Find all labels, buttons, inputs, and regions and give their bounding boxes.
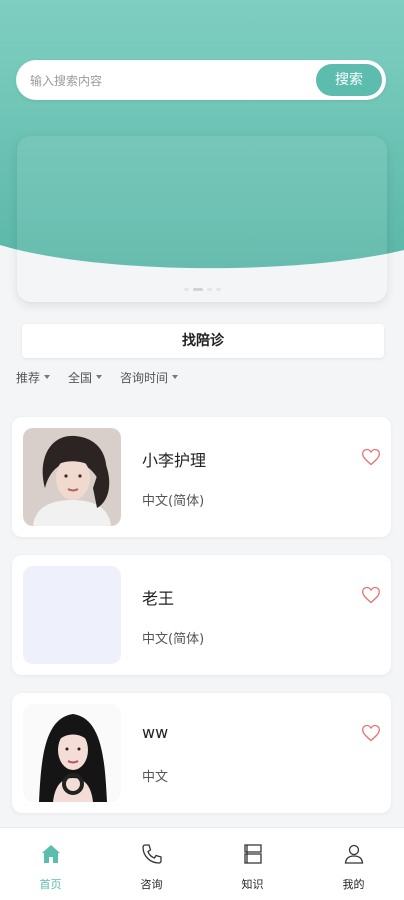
- filter-consult-time[interactable]: 咨询时间: [120, 368, 179, 386]
- tab-label: 知识: [241, 878, 264, 891]
- filter-label: 咨询时间: [120, 370, 169, 385]
- search-bar: 搜索: [16, 60, 386, 102]
- card-name: ww: [142, 723, 169, 742]
- filter-label: 全国: [68, 370, 93, 385]
- caret-down-icon: [44, 375, 51, 379]
- companion-card[interactable]: 小李护理 中文(简体): [12, 417, 391, 537]
- avatar: [23, 704, 121, 802]
- banner-carousel[interactable]: [17, 136, 387, 302]
- tab-label: 首页: [39, 878, 62, 891]
- banner-dot[interactable]: [206, 288, 212, 291]
- user-icon: [344, 844, 363, 864]
- companion-card[interactable]: ww 中文: [12, 693, 391, 813]
- card-name: 小李护理: [142, 451, 207, 470]
- banner-dot-active[interactable]: [192, 288, 203, 291]
- card-name: 老王: [142, 589, 175, 608]
- card-language: 中文(简体): [142, 632, 205, 647]
- companion-card[interactable]: 老王 中文(简体): [12, 555, 391, 675]
- caret-down-icon: [96, 375, 103, 379]
- avatar: [23, 428, 121, 526]
- tab-home[interactable]: 首页: [0, 828, 101, 900]
- filter-label: 推荐: [16, 370, 41, 385]
- banner-dot[interactable]: [183, 288, 189, 291]
- heart-outline-icon[interactable]: [361, 723, 381, 743]
- tab-mine[interactable]: 我的: [303, 828, 404, 900]
- search-input[interactable]: [28, 60, 312, 102]
- tab-knowledge[interactable]: 知识: [202, 828, 303, 900]
- card-language: 中文(简体): [142, 494, 205, 509]
- avatar-placeholder: [23, 566, 121, 664]
- bottom-tab-bar: 首页 咨询 知识 我的: [0, 827, 404, 900]
- filter-bar: 推荐 全国 咨询时间: [16, 368, 179, 386]
- book-icon: [243, 844, 262, 864]
- banner-pagination: [17, 288, 387, 294]
- home-icon: [41, 845, 60, 863]
- banner-dot[interactable]: [215, 288, 221, 291]
- find-companion-button[interactable]: 找陪诊: [22, 324, 384, 358]
- phone-icon: [141, 844, 162, 864]
- search-button[interactable]: 搜索: [316, 64, 382, 96]
- filter-recommend[interactable]: 推荐: [16, 368, 51, 386]
- tab-label: 我的: [342, 878, 365, 891]
- tab-label: 咨询: [140, 878, 163, 891]
- tab-consult[interactable]: 咨询: [101, 828, 202, 900]
- heart-outline-icon[interactable]: [361, 585, 381, 605]
- heart-outline-icon[interactable]: [361, 447, 381, 467]
- caret-down-icon: [172, 375, 179, 379]
- card-language: 中文: [142, 770, 169, 785]
- filter-region[interactable]: 全国: [68, 368, 103, 386]
